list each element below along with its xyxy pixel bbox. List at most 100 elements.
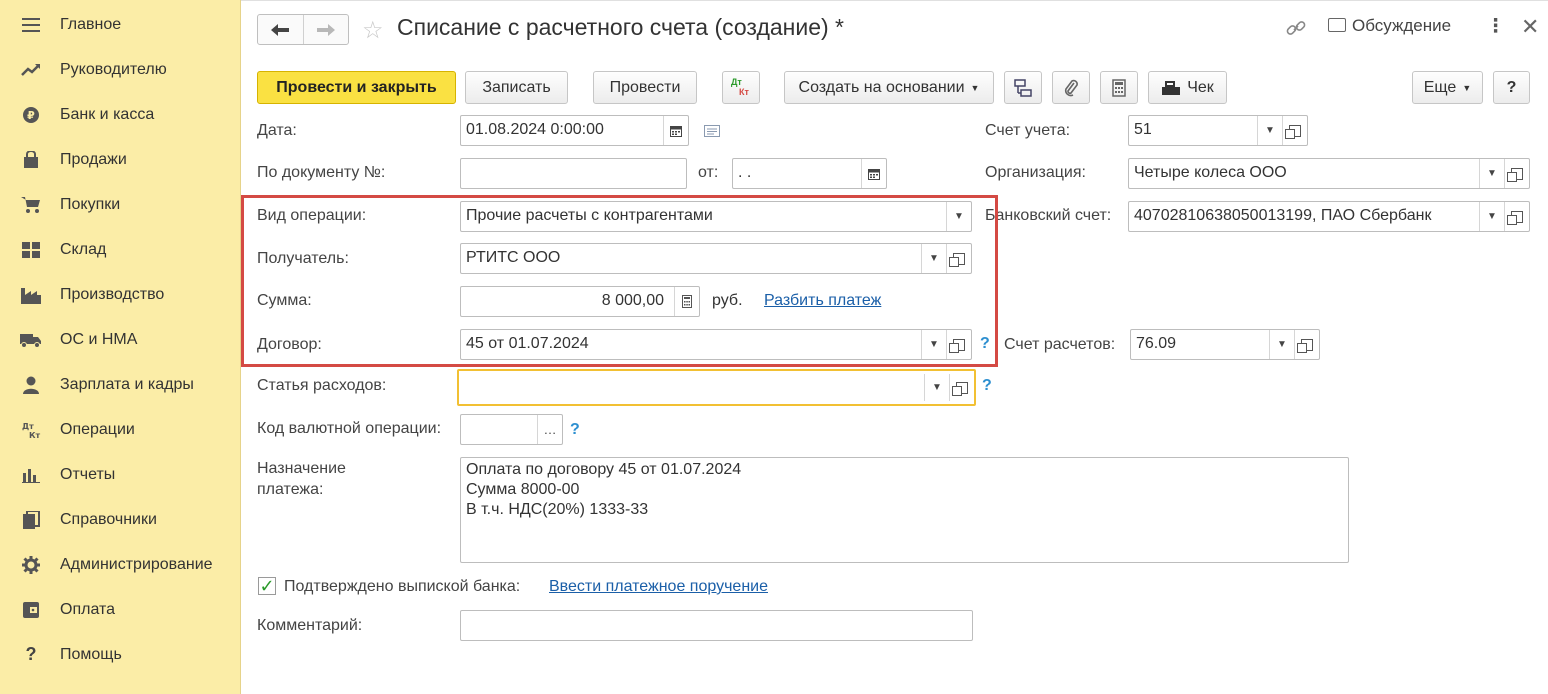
sidebar-item-label: Главное xyxy=(60,15,122,33)
sidebar-item-label: Справочники xyxy=(60,510,157,528)
expense-item-field[interactable]: ▼ xyxy=(457,369,976,406)
sidebar-item-label: Администрирование xyxy=(60,555,213,573)
more-menu-icon[interactable]: ⋮ xyxy=(1486,15,1505,38)
currency-label: руб. xyxy=(712,292,743,309)
settlement-value: 76.09 xyxy=(1136,335,1177,352)
settlement-field[interactable]: 76.09 ▼ xyxy=(1130,329,1320,360)
create-based-on-button[interactable]: Создать на основании ▼ xyxy=(784,71,994,104)
dropdown-icon[interactable]: ▼ xyxy=(1479,202,1504,231)
sidebar-item-purchases[interactable]: Покупки xyxy=(0,182,241,227)
ellipsis-icon[interactable]: … xyxy=(537,415,562,444)
comment-field[interactable] xyxy=(460,610,973,641)
dropdown-icon[interactable]: ▼ xyxy=(921,330,946,359)
wallet-icon xyxy=(20,599,42,621)
more-button[interactable]: Еще ▼ xyxy=(1412,71,1483,104)
open-icon[interactable] xyxy=(946,244,971,273)
svg-text:₽: ₽ xyxy=(27,109,35,122)
sidebar-item-payment[interactable]: Оплата xyxy=(0,587,241,632)
link-icon[interactable] xyxy=(1286,18,1306,44)
calculator-button[interactable] xyxy=(1100,71,1138,104)
dropdown-icon[interactable]: ▼ xyxy=(1269,330,1294,359)
from-date-field[interactable]: . . xyxy=(732,158,887,189)
expense-help-icon[interactable]: ? xyxy=(982,377,992,395)
nav-buttons xyxy=(257,14,349,45)
open-icon[interactable] xyxy=(1504,202,1529,231)
sidebar-item-directories[interactable]: Справочники xyxy=(0,497,241,542)
open-icon[interactable] xyxy=(1282,116,1307,145)
recipient-field[interactable]: РТИТС ООО ▼ xyxy=(460,243,972,274)
sidebar-item-operations[interactable]: Дт Кт Операции xyxy=(0,407,241,452)
sidebar-item-label: Оплата xyxy=(60,600,116,618)
calendar-icon[interactable] xyxy=(861,159,886,188)
back-button[interactable] xyxy=(258,15,303,44)
sidebar-item-bank[interactable]: ₽ Банк и касса xyxy=(0,92,241,137)
help-button[interactable]: ? xyxy=(1493,71,1530,104)
forward-button[interactable] xyxy=(303,15,348,44)
currency-op-field[interactable]: … xyxy=(460,414,563,445)
calculator-icon[interactable] xyxy=(674,287,699,316)
sidebar-item-fixed-assets[interactable]: ОС и НМА xyxy=(0,317,241,362)
purpose-label: Назначение платежа: xyxy=(257,460,346,498)
optype-field[interactable]: Прочие расчеты с контрагентами ▼ xyxy=(460,201,972,232)
sidebar-item-reports[interactable]: Отчеты xyxy=(0,452,241,497)
dt-kt-button[interactable]: Дт Кт xyxy=(722,71,760,104)
open-icon[interactable] xyxy=(1294,330,1319,359)
organization-value: Четыре колеса ООО xyxy=(1134,164,1287,181)
dropdown-icon[interactable]: ▼ xyxy=(924,374,949,401)
sidebar-item-salary[interactable]: Зарплата и кадры xyxy=(0,362,241,407)
dropdown-icon[interactable]: ▼ xyxy=(1257,116,1282,145)
organization-field[interactable]: Четыре колеса ООО ▼ xyxy=(1128,158,1530,189)
menu-icon xyxy=(20,14,42,36)
split-payment-link[interactable]: Разбить платеж xyxy=(764,292,881,310)
attachments-button[interactable] xyxy=(1052,71,1090,104)
post-and-close-button[interactable]: Провести и закрыть xyxy=(257,71,456,104)
bank-account-label: Банковский счет: xyxy=(985,207,1112,224)
sidebar-item-warehouse[interactable]: Склад xyxy=(0,227,241,272)
bank-account-field[interactable]: 40702810638050013199, ПАО Сбербанк ▼ xyxy=(1128,201,1530,232)
dropdown-icon[interactable]: ▼ xyxy=(921,244,946,273)
sidebar-item-main[interactable]: Главное xyxy=(0,2,241,47)
payment-order-link[interactable]: Ввести платежное поручение xyxy=(549,578,768,596)
contract-help-icon[interactable]: ? xyxy=(980,335,990,353)
account-field[interactable]: 51 ▼ xyxy=(1128,115,1308,146)
sidebar-item-label: Зарплата и кадры xyxy=(60,375,194,393)
purpose-field[interactable]: Оплата по договору 45 от 01.07.2024 Сумм… xyxy=(460,457,1349,563)
dt-kt-icon: Дт Кт xyxy=(729,77,753,99)
amount-value: 8 000,00 xyxy=(601,292,664,309)
post-button[interactable]: Провести xyxy=(593,71,697,104)
docnum-field[interactable] xyxy=(460,158,687,189)
trend-icon xyxy=(20,59,42,81)
chat-icon xyxy=(1328,18,1346,32)
checkmark-icon: ✓ xyxy=(259,575,275,596)
discussion-button[interactable]: Обсуждение xyxy=(1328,16,1451,36)
favorite-star-icon[interactable]: ☆ xyxy=(362,16,384,45)
date-notes-icon[interactable] xyxy=(704,124,720,142)
open-icon[interactable] xyxy=(946,330,971,359)
currency-op-help-icon[interactable]: ? xyxy=(570,421,580,439)
sidebar-item-production[interactable]: Производство xyxy=(0,272,241,317)
page-title: Списание с расчетного счета (создание) * xyxy=(397,14,845,40)
contract-label: Договор: xyxy=(257,336,322,353)
svg-text:Дт: Дт xyxy=(22,422,34,431)
sidebar-item-manager[interactable]: Руководителю xyxy=(0,47,241,92)
sidebar-item-label: Банк и касса xyxy=(60,105,155,123)
dropdown-icon[interactable]: ▼ xyxy=(946,202,971,231)
recipient-label: Получатель: xyxy=(257,250,349,267)
save-button[interactable]: Записать xyxy=(465,71,568,104)
close-icon[interactable]: ✕ xyxy=(1521,14,1539,40)
sidebar-item-administration[interactable]: Администрирование xyxy=(0,542,241,587)
open-icon[interactable] xyxy=(1504,159,1529,188)
calendar-icon[interactable] xyxy=(663,116,688,145)
sidebar: Главное Руководителю ₽ Банк и касса Прод… xyxy=(0,0,241,694)
date-field[interactable]: 01.08.2024 0:00:00 xyxy=(460,115,689,146)
dropdown-icon[interactable]: ▼ xyxy=(1479,159,1504,188)
sidebar-item-sales[interactable]: Продажи xyxy=(0,137,241,182)
amount-field[interactable]: 8 000,00 xyxy=(460,286,700,317)
receipt-button[interactable]: Чек xyxy=(1148,71,1227,104)
contract-field[interactable]: 45 от 01.07.2024 ▼ xyxy=(460,329,972,360)
more-label: Еще xyxy=(1423,78,1457,96)
confirmed-checkbox[interactable]: ✓ xyxy=(258,575,276,596)
sidebar-item-help[interactable]: ? Помощь xyxy=(0,632,241,677)
structure-button[interactable] xyxy=(1004,71,1042,104)
open-icon[interactable] xyxy=(949,374,974,401)
